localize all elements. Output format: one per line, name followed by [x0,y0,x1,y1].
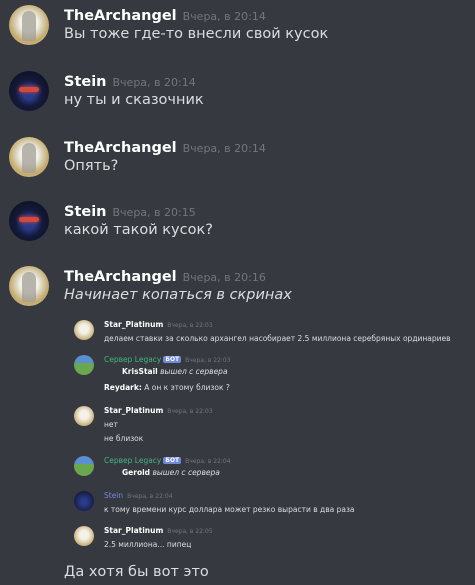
timestamp: Вчера, в 20:14 [112,76,196,89]
stein-avatar [74,491,94,511]
embed-text: Reydark: А он к этому близок ? [104,383,230,392]
embed-username: Star_Platinum Вчера, в 22:03 [104,406,213,415]
message-text: какой такой кусок? [64,222,213,238]
message-text: ну ты и сказочник [64,92,204,108]
legacy-server-avatar [74,355,94,375]
legacy-server-avatar [74,456,94,476]
message-header: TheArchangel Вчера, в 20:14 [64,137,266,156]
embed-username: Сервер Legacy БОТ Вчера, в 22:03 [104,355,231,364]
embedded-screenshot[interactable]: Star_Platinum Вчера, в 22:03 делаем ставк… [64,313,468,559]
star-platinum-avatar [74,526,94,546]
message-text: Да хотя бы вот это [64,564,209,580]
embed-text: делаем ставки за сколько архангел насоби… [104,334,451,343]
message-text: Вы тоже где-то внесли свой кусок [64,26,329,42]
stein-avatar[interactable] [9,201,49,241]
archangel-avatar[interactable] [9,5,49,45]
timestamp: Вчера, в 20:14 [182,10,266,23]
message-header: Stein Вчера, в 20:14 [64,71,196,90]
star-platinum-avatar [74,406,94,426]
username[interactable]: TheArchangel [64,8,177,24]
username[interactable]: Stein [64,74,107,90]
embed-username: Star_Platinum Вчера, в 22:05 [104,526,213,535]
embed-username: Stein Вчера, в 22:04 [104,491,173,500]
embed-text: 2.5 миллиона... пипец [104,540,192,549]
embed-username: Сервер Legacy БОТ Вчера, в 22:04 [104,456,231,465]
embed-text: не близок [104,434,144,443]
star-platinum-avatar [74,320,94,340]
username[interactable]: TheArchangel [64,140,177,156]
embed-text: нет [104,420,118,429]
message-text: Начинает копаться в скринах [64,287,292,303]
username[interactable]: Stein [64,204,107,220]
message-header: TheArchangel Вчера, в 20:14 [64,5,266,24]
embed-username: Star_Platinum Вчера, в 22:03 [104,320,213,329]
stein-avatar[interactable] [9,71,49,111]
timestamp: Вчера, в 20:14 [182,142,266,155]
timestamp: Вчера, в 20:16 [182,271,266,284]
message-header: TheArchangel Вчера, в 20:16 [64,266,266,285]
embed-text: к тому времени курс доллара может резко … [104,505,355,514]
chat-view: { "messages": [ {"author": "TheArchangel… [0,0,475,585]
message-header: Stein Вчера, в 20:15 [64,201,196,220]
archangel-avatar[interactable] [9,137,49,177]
embed-system-text: Gerold вышел с сервера [122,468,220,477]
username[interactable]: TheArchangel [64,269,177,285]
embed-system-text: KrisStail вышел с сервера [122,367,228,376]
message-text: Опять? [64,158,119,174]
timestamp: Вчера, в 20:15 [112,206,196,219]
archangel-avatar[interactable] [9,266,49,306]
